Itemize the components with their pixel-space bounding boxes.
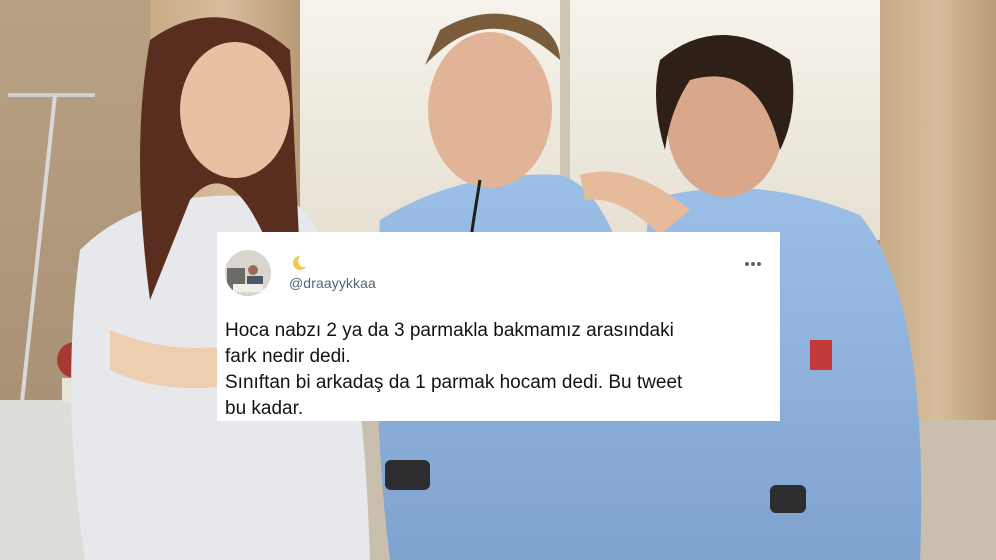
user-handle[interactable]: @draayykkaa (289, 275, 376, 291)
tweet-text: Hoca nabzı 2 ya da 3 parmakla bakmamız a… (225, 318, 764, 422)
more-options-icon[interactable] (742, 257, 764, 271)
tweet-text-line: bu kadar. (225, 398, 304, 419)
crescent-moon-icon (291, 254, 310, 272)
tweet-text-line: Hoca nabzı 2 ya da 3 parmakla bakmamız a… (225, 320, 674, 341)
person-middle-face (428, 32, 552, 188)
tweet-card: @draayykkaa Hoca nabzı 2 ya da 3 parmakl… (217, 232, 780, 421)
person-left-face (180, 42, 290, 178)
tweet-header: @draayykkaa (225, 250, 764, 298)
avatar[interactable] (225, 250, 271, 296)
tweet-text-line: fark nedir dedi. (225, 346, 351, 367)
avatar-image (225, 250, 271, 296)
tweet-text-line: Sınıftan bi arkadaş da 1 parmak hocam de… (225, 372, 683, 393)
